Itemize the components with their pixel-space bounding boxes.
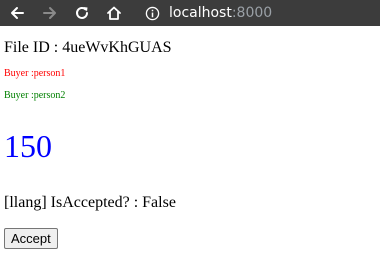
address-bar[interactable]: localhost:8000 (138, 0, 380, 26)
home-icon (107, 6, 121, 20)
file-id-text: File ID : 4ueWvKhGUAS (4, 39, 172, 56)
arrow-right-icon (43, 7, 56, 19)
info-icon[interactable] (144, 5, 160, 21)
buyer2-text: Buyer :person2 (4, 90, 66, 101)
back-button[interactable] (5, 0, 29, 26)
reload-icon (76, 6, 88, 19)
reload-button[interactable] (70, 0, 94, 26)
url-host: localhost (169, 5, 232, 21)
is-accepted-status: [llang] IsAccepted? : False (4, 194, 176, 211)
home-button[interactable] (102, 0, 126, 26)
url-text[interactable]: localhost:8000 (169, 0, 272, 26)
buyer1-text: Buyer :person1 (4, 68, 66, 79)
accept-button[interactable]: Accept (4, 228, 58, 249)
price-value: 150 (4, 128, 52, 164)
forward-button[interactable] (38, 0, 62, 26)
browser-toolbar: localhost:8000 (0, 0, 380, 26)
arrow-left-icon (11, 7, 24, 19)
url-port: :8000 (231, 5, 273, 21)
